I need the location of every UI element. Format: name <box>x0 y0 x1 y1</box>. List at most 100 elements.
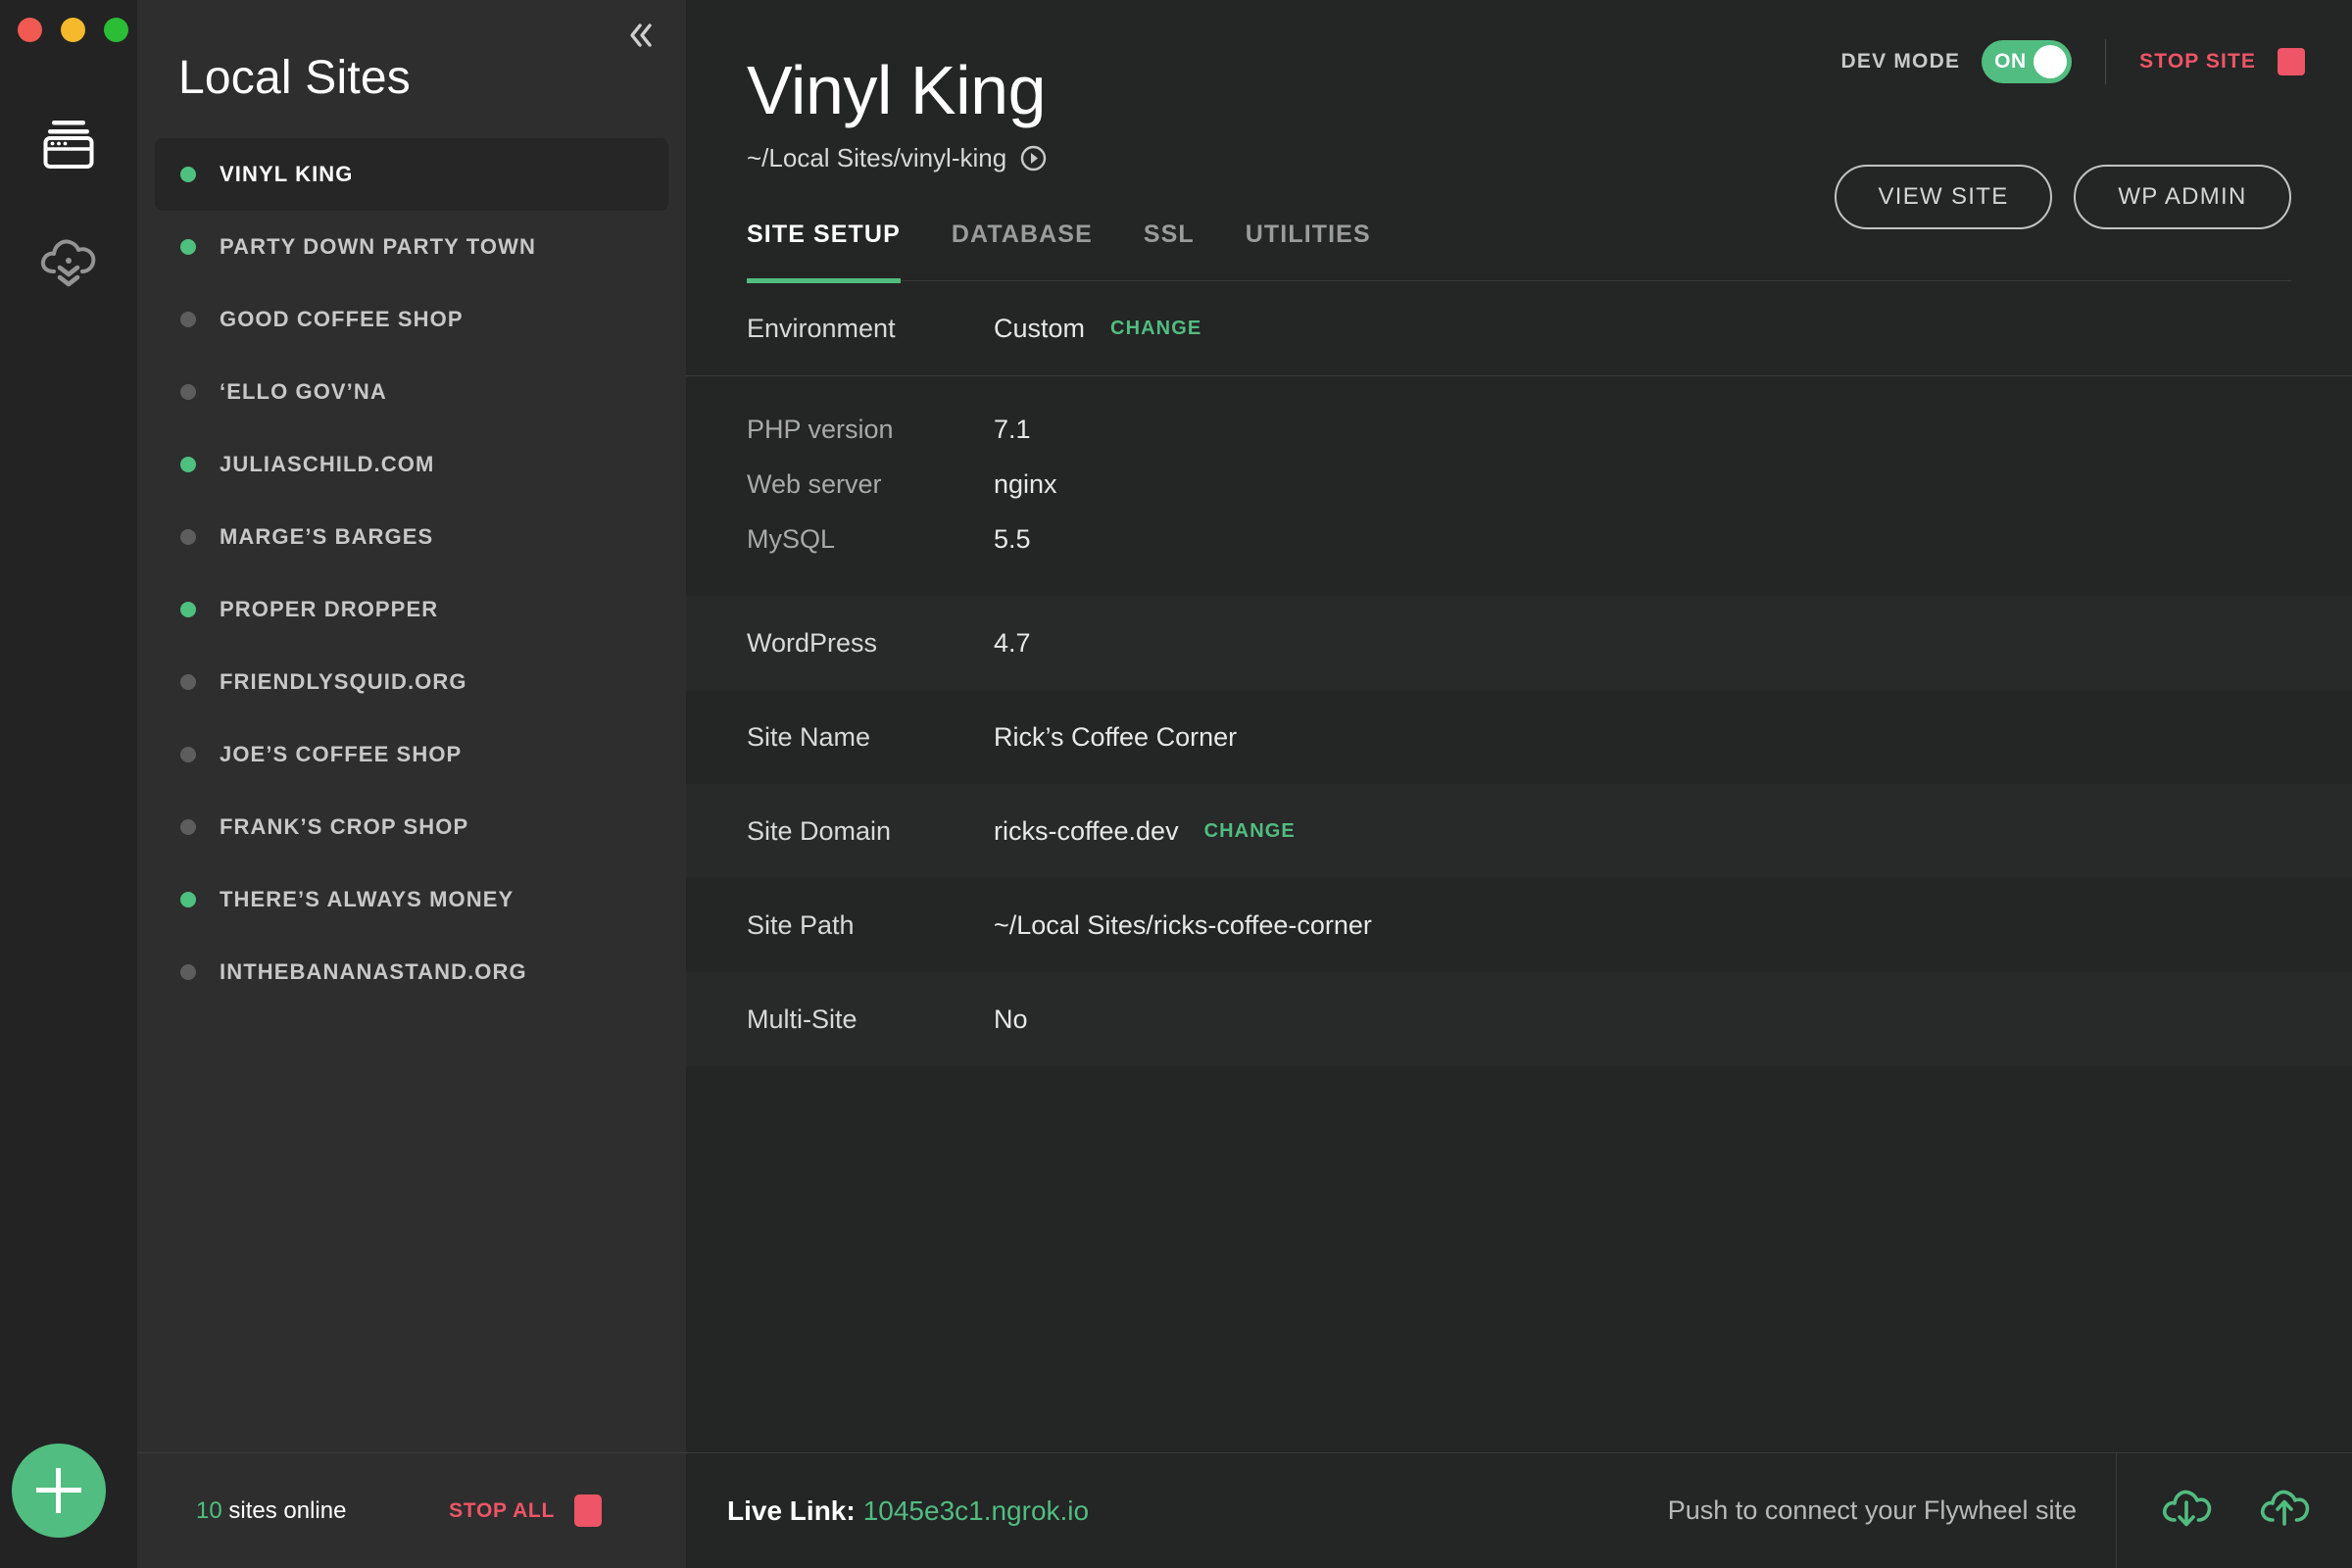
flywheel-message: Push to connect your Flywheel site <box>1667 1495 2077 1525</box>
row-value: 7.1 <box>994 414 1031 444</box>
header-divider <box>2105 39 2107 84</box>
window-traffic-lights <box>18 18 128 42</box>
row-label: Environment <box>747 313 896 343</box>
left-icon-rail <box>0 0 137 1568</box>
site-list-item[interactable]: THERE’S ALWAYS MONEY <box>155 863 668 936</box>
row-multi-site: Multi-Site No <box>686 972 2352 1066</box>
minimize-window-button[interactable] <box>61 18 85 42</box>
cloud-upload-icon[interactable] <box>2256 1483 2311 1539</box>
change-environment-link[interactable]: CHANGE <box>1110 318 1201 340</box>
live-link[interactable]: Live Link: 1045e3c1.ngrok.io <box>727 1495 1089 1527</box>
close-window-button[interactable] <box>18 18 42 42</box>
site-list-item-label: JOE’S COFFEE SHOP <box>220 742 463 766</box>
add-site-button[interactable] <box>12 1444 106 1538</box>
site-list-item-label: JULIASCHILD.COM <box>220 452 435 476</box>
view-site-button[interactable]: VIEW SITE <box>1835 165 2052 229</box>
reveal-in-finder-icon[interactable] <box>1020 145 1047 172</box>
tab-database[interactable]: DATABASE <box>952 220 1093 283</box>
sidebar-footer: 10 sites online STOP ALL <box>137 1452 686 1568</box>
toggle-knob <box>2034 45 2068 78</box>
sites-online-status: 10 sites online <box>196 1497 346 1525</box>
status-dot-icon <box>180 747 196 762</box>
site-list-item[interactable]: FRANK’S CROP SHOP <box>155 791 668 863</box>
dev-mode-bar: DEV MODE ON STOP SITE <box>1841 39 2305 84</box>
site-list-item-label: PROPER DROPPER <box>220 597 439 621</box>
status-dot-icon <box>180 529 196 545</box>
row-value: 5.5 <box>994 523 1031 554</box>
local-sites-sidebar: Local Sites VINYL KING PARTY DOWN PARTY … <box>137 0 686 1568</box>
row-value: Rick’s Coffee Corner <box>994 721 1238 752</box>
site-list-item-label: FRIENDLYSQUID.ORG <box>220 669 467 694</box>
app-window: Local Sites VINYL KING PARTY DOWN PARTY … <box>0 0 2352 1568</box>
row-site-domain: Site Domain ricks-coffee.dev CHANGE <box>686 784 2352 878</box>
cloud-download-icon <box>36 232 101 294</box>
site-list-item[interactable]: JOE’S COFFEE SHOP <box>155 718 668 791</box>
rail-item-sites[interactable] <box>0 86 137 204</box>
site-list-item[interactable]: GOOD COFFEE SHOP <box>155 283 668 356</box>
tab-ssl[interactable]: SSL <box>1144 220 1195 283</box>
site-list-item[interactable]: FRIENDLYSQUID.ORG <box>155 646 668 718</box>
site-list-item-label: ‘ELLO GOV’NA <box>220 379 387 404</box>
site-list-item[interactable]: JULIASCHILD.COM <box>155 428 668 501</box>
site-list-item[interactable]: PARTY DOWN PARTY TOWN <box>155 211 668 283</box>
status-dot-icon <box>180 602 196 617</box>
rail-icon-list <box>0 86 137 321</box>
sites-online-count: 10 <box>196 1496 222 1524</box>
site-list-item-label: VINYL KING <box>220 162 354 186</box>
site-list-item[interactable]: VINYL KING <box>155 138 668 211</box>
site-list-item-label: INTHEBANANASTAND.ORG <box>220 959 527 984</box>
site-list: VINYL KING PARTY DOWN PARTY TOWN GOOD CO… <box>137 138 686 1452</box>
site-list-item-label: THERE’S ALWAYS MONEY <box>220 887 514 911</box>
wp-admin-button[interactable]: WP ADMIN <box>2074 165 2291 229</box>
site-list-item-label: FRANK’S CROP SHOP <box>220 814 469 839</box>
status-dot-icon <box>180 239 196 255</box>
tab-site-setup[interactable]: SITE SETUP <box>747 220 901 283</box>
sites-online-label: sites online <box>221 1496 347 1524</box>
site-list-item[interactable]: INTHEBANANASTAND.ORG <box>155 936 668 1008</box>
row-web-server: Web server nginx <box>747 457 2291 512</box>
sites-stack-icon <box>38 113 99 178</box>
row-label: MySQL <box>747 523 836 554</box>
site-list-item-label: PARTY DOWN PARTY TOWN <box>220 234 536 259</box>
sidebar-title: Local Sites <box>178 52 411 104</box>
dev-mode-toggle[interactable]: ON <box>1982 40 2073 83</box>
site-list-item[interactable]: MARGE’S BARGES <box>155 501 668 573</box>
tab-list: SITE SETUP DATABASE SSL UTILITIES <box>747 220 1371 283</box>
stop-square-icon <box>574 1494 602 1527</box>
row-stack-group: PHP version 7.1 Web server nginx MySQL 5… <box>686 375 2352 596</box>
row-label: Site Domain <box>747 815 892 846</box>
site-domain-value: ricks-coffee.dev <box>994 815 1179 846</box>
chevron-double-left-icon <box>624 19 658 57</box>
dev-mode-label: DEV MODE <box>1840 50 1961 73</box>
row-environment: Environment Custom CHANGE <box>686 281 2352 375</box>
row-label: PHP version <box>747 414 894 444</box>
site-list-item[interactable]: ‘ELLO GOV’NA <box>155 356 668 428</box>
site-action-buttons: VIEW SITE WP ADMIN <box>1835 165 2291 229</box>
collapse-sidebar-button[interactable] <box>617 14 664 61</box>
row-mysql: MySQL 5.5 <box>747 512 2291 566</box>
maximize-window-button[interactable] <box>104 18 128 42</box>
bottom-status-bar: Live Link: 1045e3c1.ngrok.io Push to conn… <box>686 1452 2352 1568</box>
change-domain-link[interactable]: CHANGE <box>1204 820 1296 843</box>
row-label: Web server <box>747 468 882 499</box>
row-label: WordPress <box>747 627 878 658</box>
tab-utilities[interactable]: UTILITIES <box>1246 220 1371 283</box>
live-link-label: Live Link: <box>727 1494 856 1526</box>
status-dot-icon <box>180 819 196 835</box>
live-link-url[interactable]: 1045e3c1.ngrok.io <box>863 1495 1089 1526</box>
rail-item-cloud[interactable] <box>0 204 137 321</box>
status-dot-icon <box>180 167 196 182</box>
row-label: Site Path <box>747 909 855 940</box>
row-value: nginx <box>994 468 1057 499</box>
cloud-download-icon[interactable] <box>2158 1483 2213 1539</box>
row-site-name: Site Name Rick’s Coffee Corner <box>686 690 2352 784</box>
site-list-item-label: MARGE’S BARGES <box>220 524 434 549</box>
row-php-version: PHP version 7.1 <box>747 402 2291 457</box>
row-label: Site Name <box>747 721 871 752</box>
plus-icon <box>36 1468 81 1513</box>
stop-all-button[interactable]: STOP ALL <box>449 1494 602 1527</box>
stop-site-button[interactable]: STOP SITE <box>2139 48 2305 75</box>
site-list-item[interactable]: PROPER DROPPER <box>155 573 668 646</box>
stop-all-label: STOP ALL <box>449 1498 555 1522</box>
site-setup-details: Environment Custom CHANGE PHP version 7.… <box>686 281 2352 1568</box>
